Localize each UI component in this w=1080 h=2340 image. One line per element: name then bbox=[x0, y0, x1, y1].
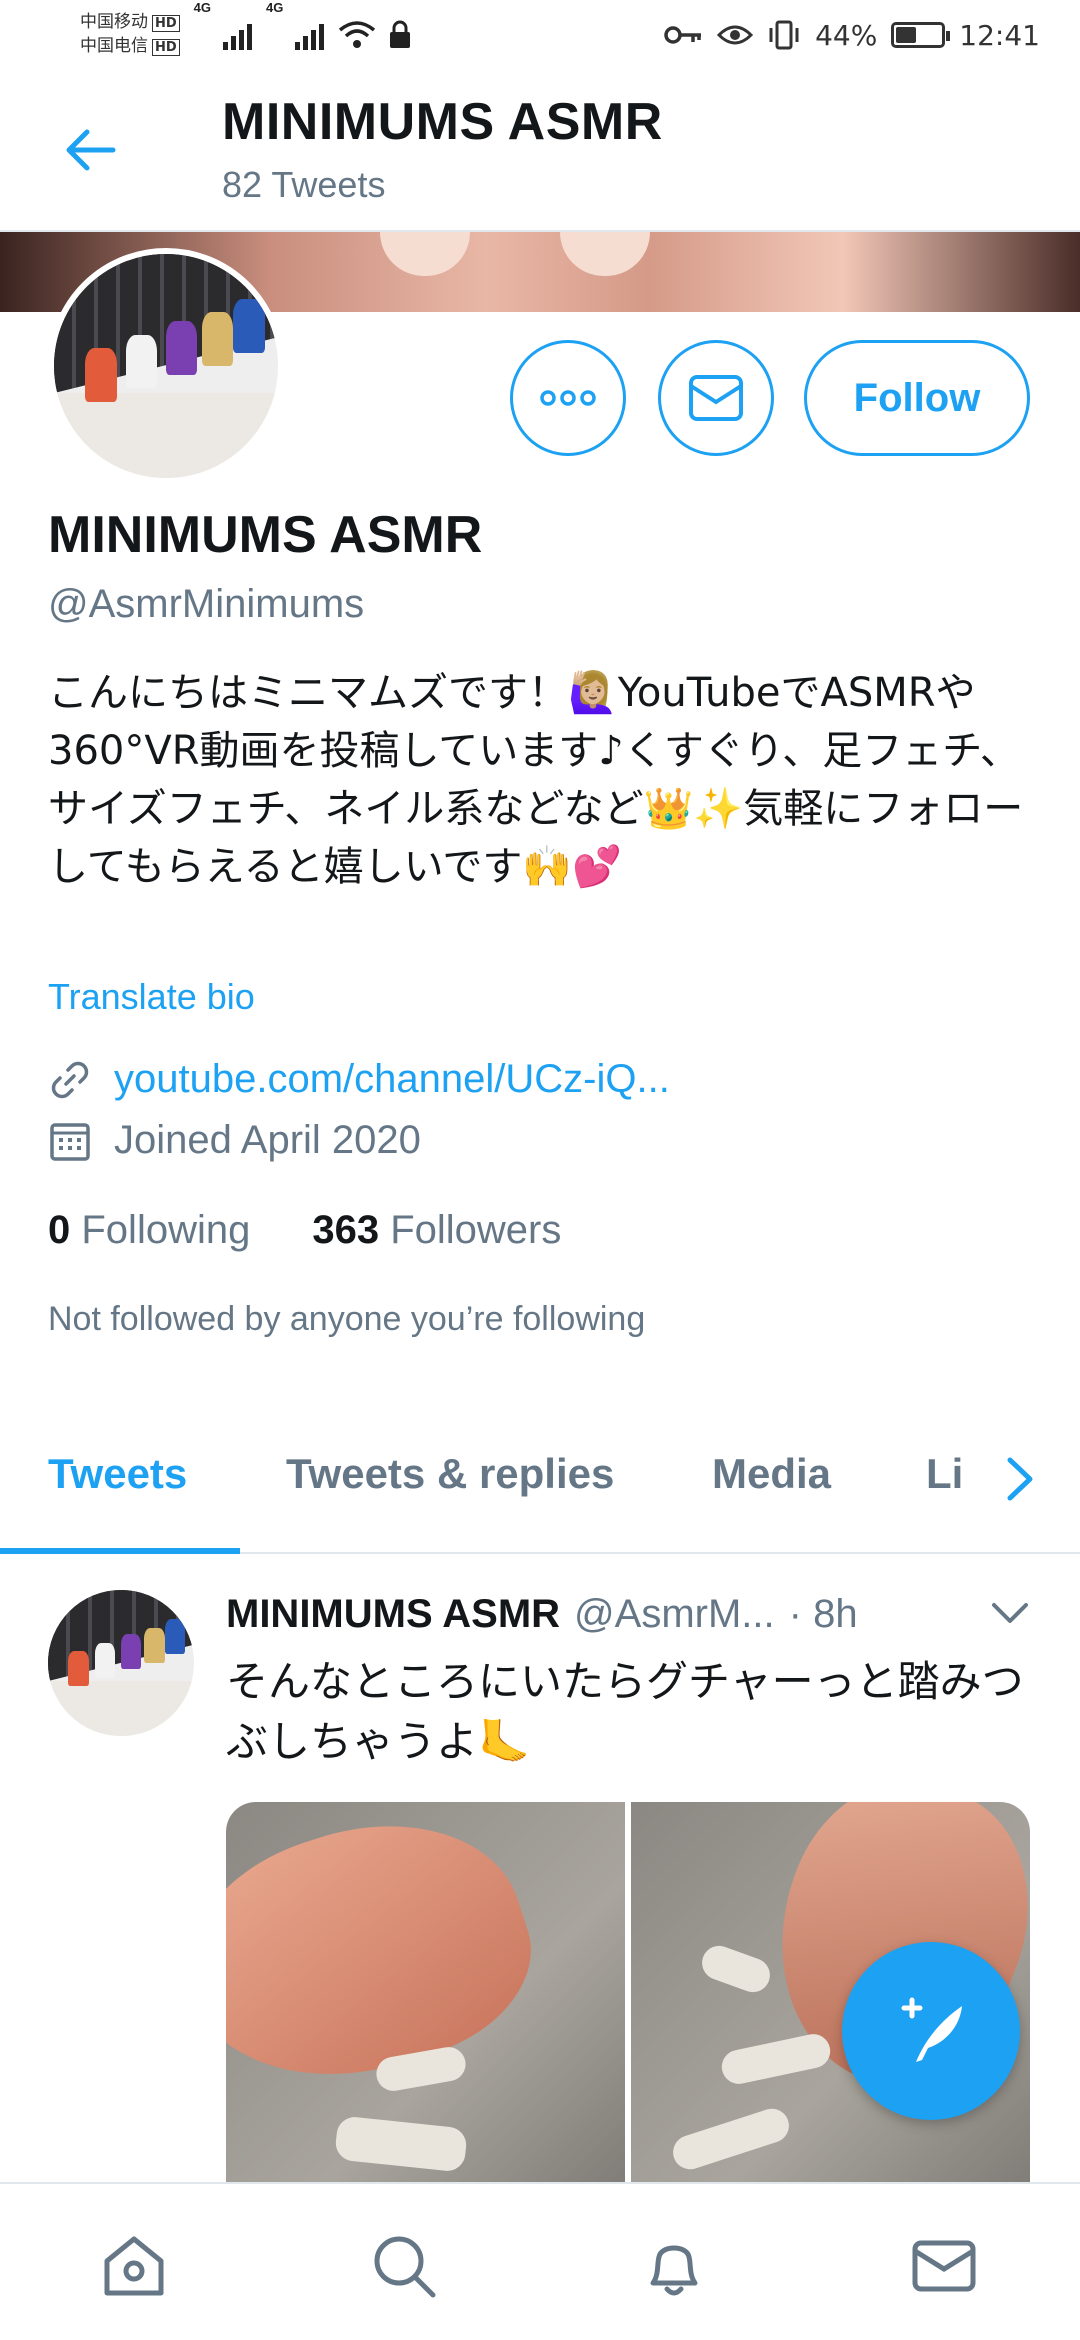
followers-label: Followers bbox=[390, 1208, 562, 1252]
compose-tweet-button[interactable] bbox=[842, 1942, 1020, 2120]
lock-icon bbox=[390, 20, 411, 48]
nav-messages[interactable] bbox=[908, 2230, 980, 2302]
following-link[interactable]: 0 Following bbox=[48, 1208, 250, 1253]
tweet-author-name[interactable]: MINIMUMS ASMR bbox=[226, 1592, 560, 1637]
clock: 12:41 bbox=[959, 18, 1040, 52]
bottom-nav bbox=[0, 2182, 1080, 2340]
follow-button[interactable]: Follow bbox=[804, 340, 1030, 456]
carrier-2: 中国电信 bbox=[80, 36, 148, 56]
profile-header: MINIMUMS ASMR 82 Tweets bbox=[0, 70, 1080, 232]
hd-badge: HD bbox=[152, 15, 180, 32]
tweet-avatar[interactable] bbox=[48, 1590, 194, 1736]
compose-icon bbox=[901, 1997, 962, 2062]
profile-avatar[interactable] bbox=[48, 248, 284, 484]
battery-icon bbox=[891, 22, 951, 48]
network-type: 4G bbox=[193, 0, 212, 15]
tabs-scroll-button[interactable] bbox=[1002, 1454, 1038, 1509]
more-button[interactable] bbox=[510, 340, 626, 456]
following-label: Following bbox=[81, 1208, 251, 1252]
not-followed-note: Not followed by anyone you’re following bbox=[48, 1300, 646, 1338]
profile-link[interactable]: youtube.com/channel/UCz-iQ... bbox=[114, 1057, 670, 1102]
tab-tweets[interactable]: Tweets bbox=[48, 1450, 187, 1498]
nav-notifications[interactable] bbox=[638, 2230, 710, 2302]
eye-icon bbox=[717, 25, 754, 45]
hd-badge: HD bbox=[152, 39, 180, 56]
joined-date: Joined April 2020 bbox=[114, 1118, 421, 1162]
back-button[interactable] bbox=[60, 120, 120, 180]
status-bar: 中国移动 HD 中国电信 HD 4G 4G 44% 12:41 bbox=[0, 0, 1080, 70]
tweet-header: MINIMUMS ASMR @AsmrM... · 8h bbox=[226, 1592, 858, 1637]
nav-search[interactable] bbox=[368, 2230, 440, 2302]
vibrate-icon bbox=[769, 20, 799, 50]
translate-bio-link[interactable]: Translate bio bbox=[48, 976, 255, 1018]
follow-counts: 0 Following 363 Followers bbox=[48, 1208, 561, 1253]
profile-tabs: Tweets Tweets & replies Media Li bbox=[0, 1420, 1080, 1554]
link-icon bbox=[51, 1061, 89, 1098]
tweet-time: · 8h bbox=[788, 1592, 858, 1636]
more-icon bbox=[540, 390, 596, 406]
tab-media[interactable]: Media bbox=[712, 1450, 831, 1498]
wifi-icon bbox=[339, 21, 376, 48]
key-icon bbox=[664, 26, 702, 44]
followers-count: 363 bbox=[312, 1208, 380, 1252]
chevron-down-icon bbox=[992, 1603, 1028, 1623]
following-count: 0 bbox=[48, 1208, 71, 1252]
tab-tweets-replies[interactable]: Tweets & replies bbox=[286, 1450, 614, 1498]
mail-icon bbox=[689, 375, 743, 421]
tab-likes[interactable]: Li bbox=[926, 1450, 963, 1498]
profile-bio: こんにちはミニマムズです！🙋🏼‍♀️YouTubeでASMRや360°VR動画を… bbox=[48, 670, 1024, 890]
active-tab-indicator bbox=[0, 1548, 240, 1554]
search-icon bbox=[374, 2236, 436, 2298]
nav-home[interactable] bbox=[98, 2230, 170, 2302]
network-type-2: 4G bbox=[266, 0, 284, 15]
tweet-text: そんなところにいたらグチャーっと踏みつぶしちゃうよ🦶 bbox=[226, 1657, 1024, 1766]
bell-icon bbox=[650, 2245, 698, 2296]
profile-link-row[interactable]: youtube.com/channel/UCz-iQ... bbox=[48, 1057, 670, 1102]
followers-link[interactable]: 363 Followers bbox=[312, 1208, 561, 1253]
signal-icon-2 bbox=[295, 20, 325, 50]
tweet-author-handle[interactable]: @AsmrM... bbox=[574, 1592, 775, 1637]
signal-icon bbox=[223, 20, 253, 50]
tweet-count: 82 Tweets bbox=[222, 164, 386, 205]
header-title: MINIMUMS ASMR bbox=[222, 93, 663, 151]
tweet-photo-1[interactable] bbox=[226, 1802, 625, 2202]
carrier-1: 中国移动 bbox=[80, 12, 148, 32]
profile-handle: @AsmrMinimums bbox=[48, 582, 365, 626]
profile-name: MINIMUMS ASMR bbox=[48, 506, 483, 564]
message-button[interactable] bbox=[658, 340, 774, 456]
battery-percent: 44% bbox=[815, 18, 878, 52]
calendar-icon bbox=[50, 1122, 90, 1161]
arrow-left-icon bbox=[66, 129, 116, 171]
mail-icon bbox=[912, 2240, 976, 2292]
carrier-info: 中国移动 HD 中国电信 HD bbox=[80, 11, 180, 59]
joined-row: Joined April 2020 bbox=[48, 1118, 421, 1163]
chevron-right-icon bbox=[1007, 1457, 1033, 1501]
home-icon bbox=[104, 2236, 164, 2296]
tweet-menu-button[interactable] bbox=[990, 1600, 1030, 1631]
